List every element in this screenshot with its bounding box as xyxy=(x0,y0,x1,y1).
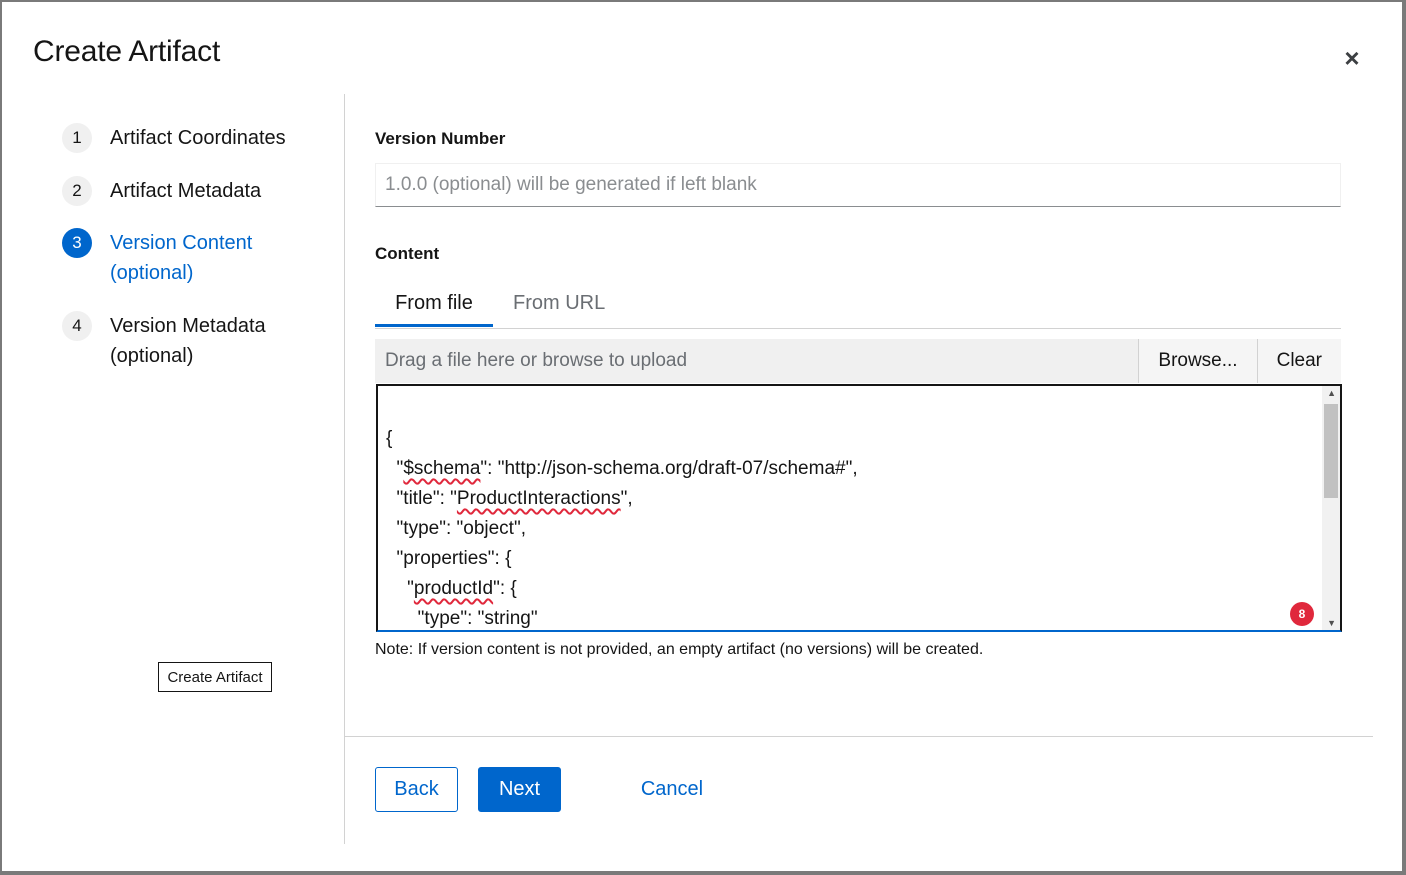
code-line: "properties": { xyxy=(386,548,512,569)
step-label: Artifact Coordinates xyxy=(110,127,286,149)
editor-scrollbar[interactable]: ▲ ▼ xyxy=(1322,386,1340,630)
step-number-current: 3 xyxy=(62,228,92,258)
code-line: "title": "ProductInteractions", xyxy=(386,488,633,509)
step-number: 4 xyxy=(62,311,92,341)
code-line: "type": "string" xyxy=(386,608,538,629)
scroll-thumb[interactable] xyxy=(1324,404,1338,498)
wizard-step-artifact-coordinates[interactable]: 1 Artifact Coordinates xyxy=(62,123,310,153)
code-line: "type": "object", xyxy=(386,518,526,539)
scroll-up-icon[interactable]: ▲ xyxy=(1327,388,1336,398)
step-number: 2 xyxy=(62,176,92,206)
version-number-label: Version Number xyxy=(375,129,506,148)
wizard-step-version-metadata[interactable]: 4 Version Metadata (optional) xyxy=(62,311,280,371)
content-tabs: From file From URL xyxy=(375,282,1341,329)
content-editor[interactable]: { "$schema": "http://json-schema.org/dra… xyxy=(376,384,1342,632)
step-label: Version Metadata (optional) xyxy=(110,315,266,367)
version-number-input[interactable] xyxy=(375,163,1341,207)
content-label: Content xyxy=(375,244,440,263)
tab-from-url[interactable]: From URL xyxy=(513,282,605,327)
tooltip: Create Artifact xyxy=(158,662,272,692)
cancel-button[interactable]: Cancel xyxy=(632,767,712,812)
dialog-title: Create Artifact xyxy=(33,35,221,68)
step-number: 1 xyxy=(62,123,92,153)
file-drop-input[interactable] xyxy=(375,339,1139,383)
content-note: Note: If version content is not provided… xyxy=(375,641,984,658)
wizard-step-version-content[interactable]: 3 Version Content (optional) xyxy=(62,228,270,288)
code-content: { "$schema": "http://json-schema.org/dra… xyxy=(386,424,858,630)
step-label-current: Version Content (optional) xyxy=(110,232,253,284)
create-artifact-dialog: Create Artifact × 1 Artifact Coordinates… xyxy=(2,2,1402,871)
code-line: { xyxy=(386,428,393,449)
code-line: "productId": { xyxy=(386,578,517,599)
back-button[interactable]: Back xyxy=(375,767,458,812)
file-upload: Browse... Clear xyxy=(375,339,1341,383)
next-button[interactable]: Next xyxy=(478,767,561,812)
clear-button[interactable]: Clear xyxy=(1256,339,1341,383)
browse-button[interactable]: Browse... xyxy=(1138,339,1257,383)
tab-from-file[interactable]: From file xyxy=(375,282,493,327)
spelling-issues-badge[interactable]: 8 xyxy=(1290,602,1314,626)
scroll-down-icon[interactable]: ▼ xyxy=(1327,618,1336,628)
close-icon[interactable]: × xyxy=(1336,42,1368,74)
code-line: "$schema": "http://json-schema.org/draft… xyxy=(386,458,858,479)
nav-divider xyxy=(344,94,345,844)
step-label: Artifact Metadata xyxy=(110,180,262,202)
footer-divider xyxy=(345,736,1373,737)
wizard-step-artifact-metadata[interactable]: 2 Artifact Metadata xyxy=(62,176,310,206)
